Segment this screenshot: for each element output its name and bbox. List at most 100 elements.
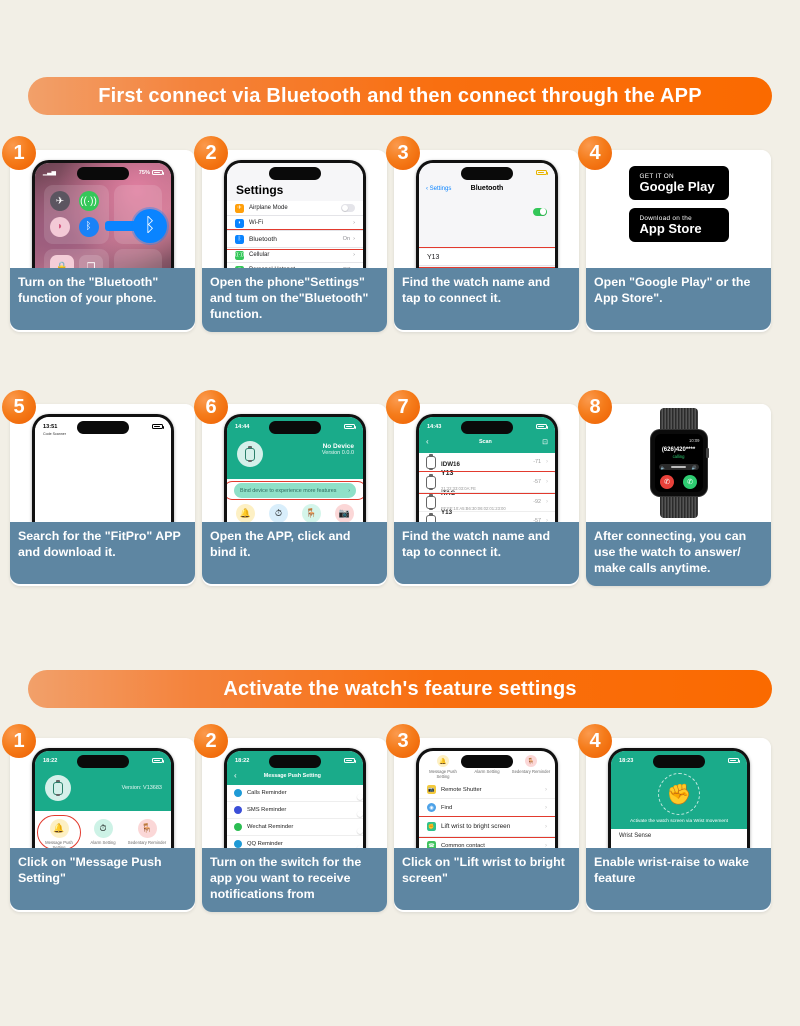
qq-icon (234, 840, 242, 848)
back-label: Settings (429, 185, 452, 192)
scan-row[interactable]: iTAG FF:FF:10:A5:B6:30:06:02:01:23:00 -9… (419, 490, 555, 512)
watch-icon (426, 512, 436, 522)
watch-crown[interactable] (706, 448, 709, 458)
feature-row-find[interactable]: ◉ Find › (419, 799, 555, 818)
feature-rows: 📷 Remote Shutter › ◉ Find › ✊ Lift wrist… (419, 781, 555, 848)
scan-row[interactable]: IDW16 -71 › (419, 453, 555, 472)
step-card-5[interactable]: 5 13:51 Code Scanner ‹ Today (2, 390, 195, 586)
back-button[interactable]: ‹ Settings (426, 186, 451, 192)
step-card-8[interactable]: 8 10:09 (626)420**** calling 🔈 🔊 ✆ ✆ Aft… (578, 390, 771, 586)
row-label: Wrist Sense (619, 833, 652, 839)
connectivity-tile[interactable]: ✈ ((·)) ◗ ᛒ (44, 185, 109, 244)
status-right (344, 757, 356, 764)
feature-row-common-contact[interactable]: ☎ Common contact › (419, 837, 555, 848)
chevron-right-icon: › (545, 786, 547, 793)
settings-row-cellular[interactable]: ((·)) Cellular › (227, 248, 363, 263)
step-card-4[interactable]: 4 GET IT ON Google Play Download on the … (578, 136, 771, 332)
push-row-qq[interactable]: QQ Reminder (227, 836, 363, 848)
google-play-badge[interactable]: GET IT ON Google Play (628, 166, 729, 200)
feature-card-3[interactable]: 3 🔔 Message Push Setting Alarm Setting 🪑… (386, 724, 579, 912)
feature-card-1[interactable]: 1 18:22 Version: V13683 🔔 Message Push S… (2, 724, 195, 912)
tile-message-push[interactable]: 🔔 Message Push Setting (37, 815, 81, 848)
step-card-2[interactable]: 2 Settings ✈ Airplane Mode ◗ Wi-Fi › ᛒ B… (194, 136, 387, 332)
phone-frame: 13:51 Code Scanner ‹ Today P FitPro ⤓ (32, 414, 174, 522)
card-inner: 18:23 ✊ Activate the watch screen via Wr… (586, 738, 771, 910)
feature-row-lift-wrist[interactable]: ✊ Lift wrist to bright screen › (419, 817, 555, 838)
sit-icon: 🪑 (525, 755, 537, 767)
device-rssi: -71 (533, 459, 541, 465)
banner-text: Activate the watch's feature settings (223, 677, 577, 700)
push-row-calls[interactable]: Calls Reminder (227, 785, 363, 802)
device-version: Version: V13683 (121, 785, 162, 791)
tile-message-push[interactable]: 🔔 (229, 504, 262, 522)
settings-row-bluetooth[interactable]: ᛒ Bluetooth On › (227, 231, 363, 248)
chevron-right-icon: › (545, 842, 547, 848)
app-store-badge[interactable]: Download on the App Store (628, 208, 729, 242)
highlighted-scan-row-wrapper: Y13 21:22:33:03:0A:FE -57 › (419, 470, 555, 495)
bluetooth-icon[interactable]: ᛒ (78, 216, 99, 237)
card-inner: 13:51 Code Scanner ‹ Today P FitPro ⤓ (10, 404, 195, 584)
volume-slider[interactable]: 🔈 🔊 (658, 464, 699, 470)
decline-call-button[interactable]: ✆ (660, 475, 674, 489)
device-block: Y13 21:22:33:03:0A:FE (441, 470, 476, 495)
device-rssi: -57 (533, 518, 541, 522)
card-inner: 🔔 Message Push Setting ⏱ Alarm Setting 🪑 (394, 738, 579, 910)
step-caption: Turn on the switch for the app you want … (202, 848, 387, 912)
row-accessory: › (353, 220, 355, 226)
screen-mirroring-icon[interactable]: ❐ (79, 255, 103, 268)
step-caption: Search for the "FitPro" APP and download… (10, 522, 195, 584)
volume-fill (671, 466, 686, 468)
step-card-1[interactable]: 1 ▁▃▅ 75% ✈ ((·)) ◗ ᛒ 🔒 ❐ ᛒ Turn on the … (2, 136, 195, 332)
battery-percent: 75% (138, 169, 150, 176)
tile-label: Alarm Setting (90, 840, 116, 845)
card-inner: 10:09 (626)420**** calling 🔈 🔊 ✆ ✆ After… (586, 404, 771, 586)
settings-row-airplane[interactable]: ✈ Airplane Mode (227, 201, 363, 216)
settings-row-wifi[interactable]: ◗ Wi-Fi › (227, 216, 363, 231)
phone-screen: ▁▃▅ 75% ✈ ((·)) ◗ ᛒ 🔒 ❐ ᛒ (35, 163, 171, 268)
status-right (536, 423, 548, 430)
airplane-toggle[interactable] (341, 204, 355, 212)
bind-device-row[interactable]: Bind device to experience more features … (234, 483, 356, 498)
push-row-wechat[interactable]: Wechat Reminder (227, 819, 363, 836)
qr-scan-icon[interactable]: ⊡ (542, 438, 548, 446)
airplane-mode-icon[interactable]: ✈ (50, 191, 70, 211)
tile-message-push[interactable]: 🔔 Message Push Setting (423, 755, 463, 779)
brightness-tile[interactable] (114, 249, 162, 268)
tile-sedentary[interactable]: 🪑 Sedentary Reminder (127, 819, 167, 848)
settings-row-hotspot[interactable]: ◉ Personal Hotspot Off › (227, 263, 363, 268)
nav-title: Message Push Setting (263, 772, 321, 779)
battery-icon (152, 757, 164, 764)
accept-call-button[interactable]: ✆ (683, 475, 697, 489)
phone-screen: 🔔 Message Push Setting ⏱ Alarm Setting 🪑 (419, 751, 555, 848)
feature-card-2[interactable]: 2 18:22 ‹ Message Push Setting Calls Rem… (194, 724, 387, 912)
feature-card-4[interactable]: 4 18:23 ✊ Activate the watch screen via … (578, 724, 771, 912)
chevron-right-icon: › (546, 479, 548, 485)
tile-alarm[interactable]: ⏱ (262, 504, 295, 522)
watch-band-top (659, 408, 698, 430)
scan-row-y13[interactable]: Y13 21:22:33:03:0A:FE -57 › (419, 470, 555, 495)
bluetooth-toggle[interactable] (533, 207, 547, 216)
push-row-sms[interactable]: SMS Reminder (227, 802, 363, 819)
device-row-y13[interactable]: Y13 (419, 249, 555, 267)
tile-sedentary[interactable]: 🪑 Sedentary Reminder (511, 755, 551, 779)
phone-screen: Settings ✈ Airplane Mode ◗ Wi-Fi › ᛒ Blu… (227, 163, 363, 268)
tile-alarm[interactable]: ⏱ Alarm Setting (83, 819, 123, 848)
step-card-6[interactable]: 6 14:44 No Device Version 0.0.0 Bind dev… (194, 390, 387, 586)
sit-icon: 🪑 (302, 504, 321, 522)
feature-row-remote-shutter[interactable]: 📷 Remote Shutter › (419, 781, 555, 800)
battery-icon (536, 423, 548, 430)
wrist-sense-row[interactable]: Wrist Sense (611, 829, 747, 843)
tile-sedentary[interactable]: 🪑 (295, 504, 328, 522)
dynamic-island (461, 755, 513, 768)
tile-remote-shutter[interactable]: 📷 (328, 504, 361, 522)
status-right (536, 169, 548, 176)
cellular-data-icon[interactable]: ((·)) (78, 191, 99, 211)
wifi-icon[interactable]: ◗ (50, 216, 70, 237)
step-caption: Click on "Lift wrist to bright screen" (394, 848, 579, 910)
bluetooth-icon: ᛒ (235, 234, 244, 244)
rotation-lock-icon[interactable]: 🔒 (50, 255, 74, 268)
step-card-3[interactable]: 3 ‹ Settings Bluetooth Y13 Find the watc… (386, 136, 579, 332)
step-card-7[interactable]: 7 14:43 ‹ Scan ⊡ IDW16 -71 › Y13 21:22:3… (386, 390, 579, 586)
row-label: Calls Reminder (247, 790, 287, 796)
bluetooth-callout-icon: ᛒ (133, 209, 167, 243)
